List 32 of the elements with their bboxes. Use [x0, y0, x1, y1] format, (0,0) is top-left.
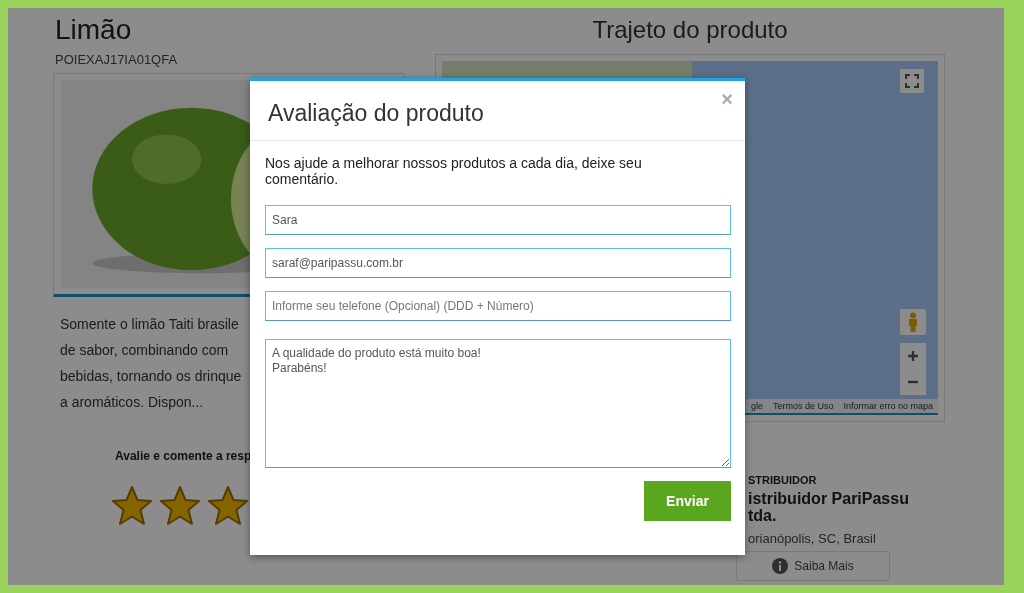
input-field[interactable]: saraf@paripassu.com.br — [265, 248, 731, 278]
input-field[interactable]: Sara — [265, 205, 731, 235]
fullscreen-icon — [905, 74, 919, 88]
star-icon — [158, 485, 202, 527]
map-link[interactable]: Termos de Uso — [767, 401, 839, 411]
product-name: Limão — [55, 14, 133, 46]
submit-button[interactable]: Enviar — [644, 481, 731, 521]
input-field[interactable]: Informe seu telefone (Opcional) (DDD + Número) — [265, 291, 731, 321]
distributor-location: orianópolis, SC, Brasil — [748, 531, 877, 546]
info-icon — [772, 558, 789, 574]
description-text: bebidas, tornando os drinque — [60, 367, 242, 386]
description-text: de sabor, combinando com — [60, 341, 229, 360]
more-info-button[interactable]: Saiba Mais — [736, 551, 890, 581]
fullscreen-button[interactable] — [900, 69, 924, 93]
product-code: POIEXAJ17IA01QFA — [55, 52, 179, 67]
map-link[interactable]: gle — [745, 401, 768, 411]
plus-icon — [907, 350, 919, 362]
comment-field[interactable]: A qualidade do produto está muito boa! Parabéns! — [265, 339, 731, 468]
star-icon — [110, 485, 154, 527]
distributor-name: istribuidor PariPassu — [748, 490, 910, 507]
dialog-title: Avaliação do produto — [268, 100, 484, 127]
description-text: a aromáticos. Dispon... — [60, 393, 204, 412]
star-icon — [206, 485, 250, 527]
rating-prompt: Avalie e comente a resp — [115, 449, 253, 463]
person-icon — [907, 312, 919, 332]
intro-text: Nos ajude a melhorar nossos produtos a cada dia, deixe seu comentário. — [265, 155, 643, 187]
description-text: Somente o limão Taiti brasile — [60, 315, 239, 334]
distributor-name: tda. — [748, 507, 778, 524]
section-title: Trajeto do produto — [591, 16, 789, 44]
map-link[interactable]: Informar erro no mapa — [838, 401, 938, 411]
star-rating[interactable] — [110, 485, 250, 527]
distributor-label: STRIBUIDOR — [748, 474, 818, 486]
